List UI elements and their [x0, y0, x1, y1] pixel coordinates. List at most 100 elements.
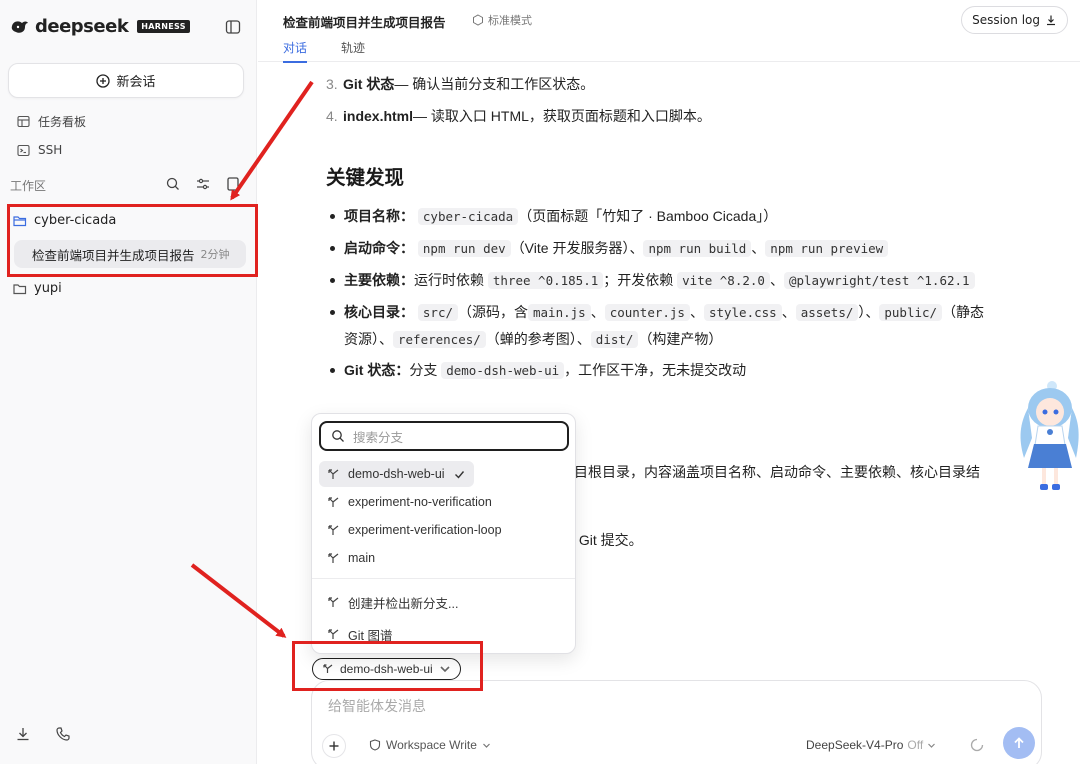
- bullet-item: 核心目录： src/（源码，含 main.js、 counter.js、 style.…: [330, 299, 1030, 353]
- bullet-item: 项目名称： cyber-cicada （页面标题「竹知了 · Bamboo Cic…: [330, 203, 1030, 230]
- git-branch-icon: [323, 664, 333, 673]
- session-log-label: Session log: [972, 13, 1040, 27]
- inline-code: references/: [393, 331, 486, 348]
- folder-name: yupi: [34, 281, 62, 296]
- branch-name: demo-dsh-web-ui: [348, 467, 445, 481]
- download-icon[interactable]: [15, 726, 31, 742]
- bullet-text: ；开发依赖: [603, 272, 674, 288]
- list-item: 3. Git 状态 — 确认当前分支和工作区状态。: [326, 74, 594, 94]
- tab-conversation[interactable]: 对话: [283, 39, 308, 63]
- inline-code: three ^0.185.1: [487, 272, 604, 289]
- inline-code: assets/: [795, 304, 859, 321]
- git-branch-icon: [328, 629, 339, 639]
- bullet-text: （页面标题「竹知了 · Bamboo Cicada」）: [518, 208, 778, 224]
- plus-circle-icon: [96, 73, 111, 88]
- workspace-mode-selector[interactable]: Workspace Write: [369, 738, 491, 752]
- bullet-text: （蝉的参考图）、: [485, 331, 591, 347]
- sidebar-toggle-icon[interactable]: [225, 19, 241, 35]
- create-branch-action[interactable]: 创建并检出新分支...: [327, 593, 458, 612]
- branch-option[interactable]: experiment-no-verification: [319, 489, 500, 515]
- inline-code: main.js: [528, 304, 591, 321]
- inline-code: public/: [879, 304, 943, 321]
- nav-item-task-board[interactable]: 任务看板: [17, 113, 86, 130]
- bullet-text: 、: [751, 240, 766, 256]
- git-branch-icon: [328, 468, 339, 479]
- arrow-up-icon: [1014, 737, 1024, 748]
- search-icon[interactable]: [165, 176, 181, 192]
- new-folder-icon[interactable]: [225, 176, 241, 192]
- git-graph-action[interactable]: Git 图谱: [327, 625, 392, 644]
- kanban-icon: [17, 115, 30, 128]
- mode-indicator: 标准模式: [472, 12, 532, 28]
- bullet-text: （源码，含: [458, 304, 528, 320]
- inline-code: cyber-cicada: [417, 208, 519, 225]
- list-item-text: — 确认当前分支和工作区状态。: [394, 76, 595, 92]
- chevron-down-icon: [440, 666, 450, 673]
- section-heading: 关键发现: [326, 167, 405, 189]
- model-name: DeepSeek-V4-Pro: [806, 738, 904, 752]
- menu-divider: [312, 578, 575, 579]
- shield-icon: [369, 739, 381, 751]
- workspace-label: 工作区: [10, 178, 47, 193]
- bullet-text: 、: [689, 304, 704, 320]
- bullet-text: ，工作区干净，无未提交改动: [564, 362, 747, 378]
- bullet-text: 、: [590, 304, 605, 320]
- terminal-icon: [17, 144, 30, 156]
- new-chat-label: 新会话: [116, 75, 156, 90]
- bullet-text: （Vite 开发服务器）、: [510, 240, 644, 256]
- composer-placeholder: 给智能体发消息: [328, 698, 426, 714]
- bullet-label: 启动命令：: [344, 240, 414, 256]
- bullet-label: 核心目录：: [344, 304, 414, 320]
- git-branch-icon: [328, 597, 339, 607]
- inline-code: dist/: [590, 331, 639, 348]
- bullet-item: Git 状态：分支 demo-dsh-web-ui ，工作区干净，无未提交改动: [330, 357, 1030, 384]
- send-button[interactable]: [1003, 727, 1035, 759]
- plus-icon: [329, 741, 339, 751]
- download-icon: [1047, 15, 1055, 26]
- phone-icon[interactable]: [55, 726, 71, 742]
- bullet-text: （构建产物）: [638, 331, 723, 347]
- bullet-text: 运行时依赖: [414, 272, 484, 288]
- model-selector[interactable]: DeepSeek-V4-Pro Off: [806, 738, 936, 752]
- bullet-text: 、: [781, 304, 796, 320]
- nav-label: 任务看板: [38, 115, 87, 129]
- branch-option[interactable]: experiment-verification-loop: [319, 517, 510, 543]
- branch-option[interactable]: main: [319, 545, 383, 571]
- bullet-text: （静态: [942, 304, 985, 320]
- action-label: Git 图谱: [348, 629, 393, 643]
- folder-yupi[interactable]: yupi: [13, 281, 62, 296]
- inline-code: vite ^8.2.0: [677, 272, 770, 289]
- inline-code: npm run preview: [765, 240, 889, 257]
- branch-name: experiment-no-verification: [348, 495, 492, 509]
- list-number: 4.: [326, 108, 338, 124]
- chevron-down-icon: [928, 743, 936, 748]
- tab-trace[interactable]: 轨迹: [341, 39, 365, 56]
- brand-logo: deepseek HARNESS: [10, 16, 190, 37]
- workspace-mode-label: Workspace Write: [386, 738, 477, 752]
- thinking-status: Off: [907, 738, 924, 752]
- folder-icon: [13, 283, 27, 294]
- bullet-label: 主要依赖：: [344, 272, 414, 288]
- brand-name: deepseek: [35, 16, 129, 37]
- folder-name: cyber-cicada: [34, 213, 117, 228]
- bullet-text: 、: [769, 272, 784, 288]
- session-item[interactable]: 检查前端项目并生成项目报告 2分钟: [14, 240, 246, 268]
- session-age: 2分钟: [200, 248, 230, 261]
- top-header: 检查前端项目并生成项目报告 标准模式 对话 轨迹 Session log: [258, 0, 1080, 63]
- new-chat-button[interactable]: 新会话: [8, 63, 244, 98]
- branch-name: experiment-verification-loop: [348, 523, 502, 537]
- inline-code: style.css: [703, 304, 782, 321]
- git-branch-icon: [328, 552, 339, 563]
- message-composer[interactable]: 给智能体发消息 Workspace Write DeepSeek-V4-Pro …: [311, 680, 1042, 764]
- branch-search-input[interactable]: 搜索分支: [319, 421, 569, 451]
- filter-sliders-icon[interactable]: [195, 176, 211, 192]
- folder-cyber-cicada[interactable]: cyber-cicada: [13, 213, 116, 228]
- attach-button[interactable]: [322, 734, 346, 758]
- bullet-label: Git 状态：: [344, 362, 410, 378]
- branch-selector-pill[interactable]: demo-dsh-web-ui: [312, 658, 461, 680]
- branch-name: main: [348, 551, 376, 565]
- harness-badge: HARNESS: [137, 20, 190, 33]
- branch-option[interactable]: demo-dsh-web-ui: [319, 461, 474, 487]
- session-log-button[interactable]: Session log: [961, 6, 1068, 34]
- nav-item-ssh[interactable]: SSH: [17, 143, 62, 157]
